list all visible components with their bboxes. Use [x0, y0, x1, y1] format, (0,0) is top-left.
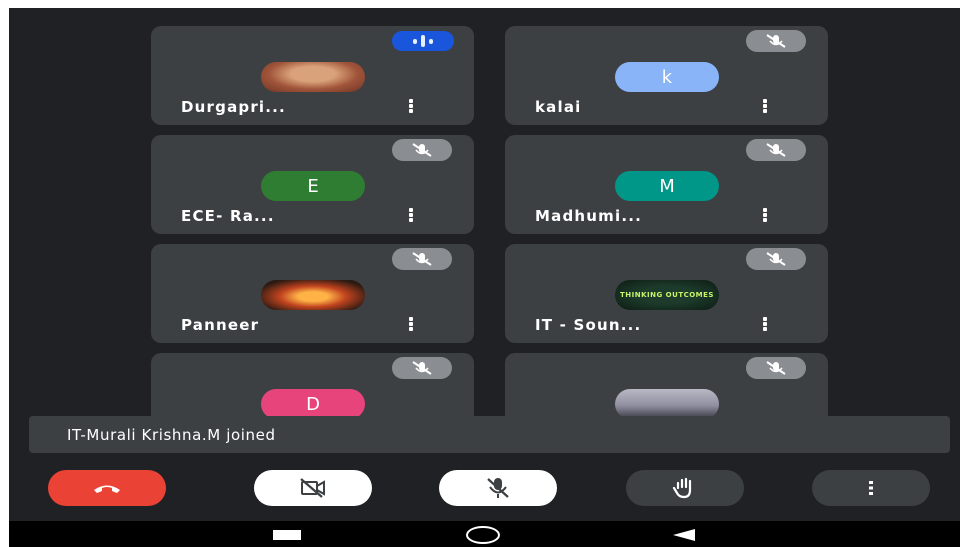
participant-menu-icon[interactable]: [759, 97, 771, 115]
join-notification-text: IT-Murali Krishna.M joined: [67, 426, 276, 444]
participant-tile[interactable]: Panneer: [151, 244, 474, 343]
participant-menu-icon[interactable]: [405, 206, 417, 224]
participant-name: ECE- Ra...: [181, 207, 275, 225]
participant-menu-icon[interactable]: [405, 97, 417, 115]
participant-tile[interactable]: THINKING OUTCOMES IT - Soun...: [505, 244, 828, 343]
mic-off-button[interactable]: [439, 470, 557, 506]
participant-tile[interactable]: k kalai: [505, 26, 828, 125]
back-icon[interactable]: [669, 527, 699, 543]
avatar: k: [615, 62, 719, 92]
mic-off-icon: [487, 478, 509, 498]
mic-muted-icon: [392, 357, 452, 379]
avatar: [261, 280, 365, 310]
hand-icon: [672, 477, 692, 499]
camera-off-button[interactable]: [254, 470, 372, 506]
home-icon[interactable]: [465, 525, 501, 545]
participant-tile[interactable]: E ECE- Ra...: [151, 135, 474, 234]
phone-hangup-icon: [94, 485, 120, 493]
join-notification: IT-Murali Krishna.M joined: [29, 416, 950, 453]
more-vert-icon: [869, 481, 873, 495]
participant-name: Panneer: [181, 316, 260, 334]
participant-name: IT - Soun...: [535, 316, 642, 334]
participant-menu-icon[interactable]: [759, 315, 771, 333]
recents-icon[interactable]: [271, 529, 303, 541]
raise-hand-button[interactable]: [626, 470, 744, 506]
mic-muted-icon: [392, 139, 452, 161]
system-navigation-bar: [9, 521, 960, 547]
mic-muted-icon: [746, 248, 806, 270]
participant-tile[interactable]: Durgapri...: [151, 26, 474, 125]
participant-name: Madhumi...: [535, 207, 643, 225]
participant-name: Durgapri...: [181, 98, 286, 116]
speaking-indicator-icon: [392, 31, 454, 51]
more-options-button[interactable]: [812, 470, 930, 506]
participant-menu-icon[interactable]: [405, 315, 417, 333]
avatar: THINKING OUTCOMES: [615, 280, 719, 310]
participant-tile[interactable]: M Madhumi...: [505, 135, 828, 234]
avatar: M: [615, 171, 719, 201]
mic-muted-icon: [746, 139, 806, 161]
mic-muted-icon: [746, 30, 806, 52]
participant-menu-icon[interactable]: [759, 206, 771, 224]
mic-muted-icon: [392, 248, 452, 270]
participant-name: kalai: [535, 98, 582, 116]
avatar: [261, 62, 365, 92]
avatar: [615, 389, 719, 419]
avatar: D: [261, 389, 365, 419]
avatar: E: [261, 171, 365, 201]
mic-muted-icon: [746, 357, 806, 379]
meeting-screen: Durgapri... k kalai E ECE- Ra... M Madhu…: [9, 8, 960, 547]
camera-off-icon: [300, 478, 325, 498]
end-call-button[interactable]: [48, 470, 166, 506]
